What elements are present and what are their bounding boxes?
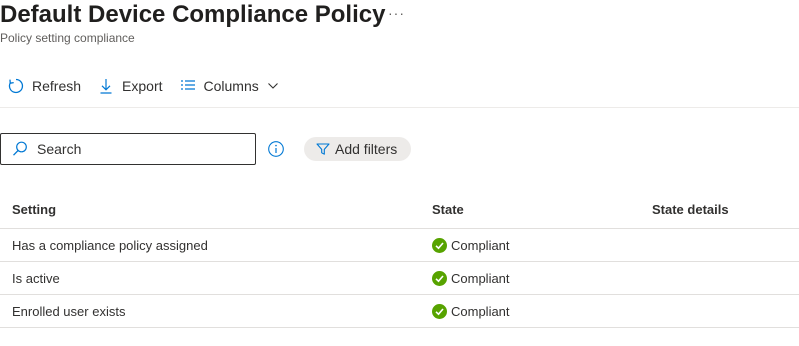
state-cell: Compliant [432, 303, 510, 319]
setting-cell: Has a compliance policy assigned [12, 237, 208, 253]
table-row[interactable]: Is active Compliant [0, 262, 799, 295]
refresh-icon [7, 77, 25, 95]
search-icon [11, 140, 29, 158]
table-row[interactable]: Enrolled user exists Compliant [0, 295, 799, 328]
page-subtitle: Policy setting compliance [0, 31, 135, 45]
refresh-button[interactable]: Refresh [0, 72, 89, 100]
table-header: Setting State State details [0, 190, 799, 229]
column-header-state-details[interactable]: State details [652, 202, 729, 217]
chevron-down-icon [267, 80, 279, 92]
check-circle-icon [432, 303, 447, 319]
search-box[interactable] [0, 133, 256, 165]
page-title: Default Device Compliance Policy [0, 1, 386, 28]
add-filters-button[interactable]: Add filters [304, 137, 412, 161]
column-header-state[interactable]: State [432, 202, 464, 217]
check-circle-icon [432, 270, 447, 286]
search-input[interactable] [37, 141, 237, 157]
state-cell: Compliant [432, 237, 510, 253]
column-header-setting[interactable]: Setting [12, 202, 56, 217]
setting-cell: Is active [12, 270, 60, 286]
columns-button[interactable]: Columns [171, 72, 287, 100]
export-label: Export [122, 78, 163, 94]
columns-label: Columns [203, 78, 259, 94]
setting-cell: Enrolled user exists [12, 303, 126, 319]
compliance-table: Setting State State details Has a compli… [0, 190, 799, 328]
list-columns-icon [179, 77, 197, 95]
more-options-button[interactable]: ··· [388, 6, 405, 20]
state-label: Compliant [451, 270, 510, 286]
export-button[interactable]: Export [89, 72, 170, 100]
table-row[interactable]: Has a compliance policy assigned Complia… [0, 229, 799, 262]
refresh-label: Refresh [32, 78, 82, 94]
state-label: Compliant [451, 303, 510, 319]
toolbar-divider [0, 107, 799, 108]
add-filters-label: Add filters [335, 141, 398, 157]
download-icon [97, 77, 115, 95]
state-label: Compliant [451, 237, 510, 253]
check-circle-icon [432, 237, 447, 253]
info-icon[interactable] [267, 140, 285, 158]
command-bar: Refresh Export Columns [0, 72, 287, 100]
state-cell: Compliant [432, 270, 510, 286]
filter-icon [316, 142, 330, 156]
